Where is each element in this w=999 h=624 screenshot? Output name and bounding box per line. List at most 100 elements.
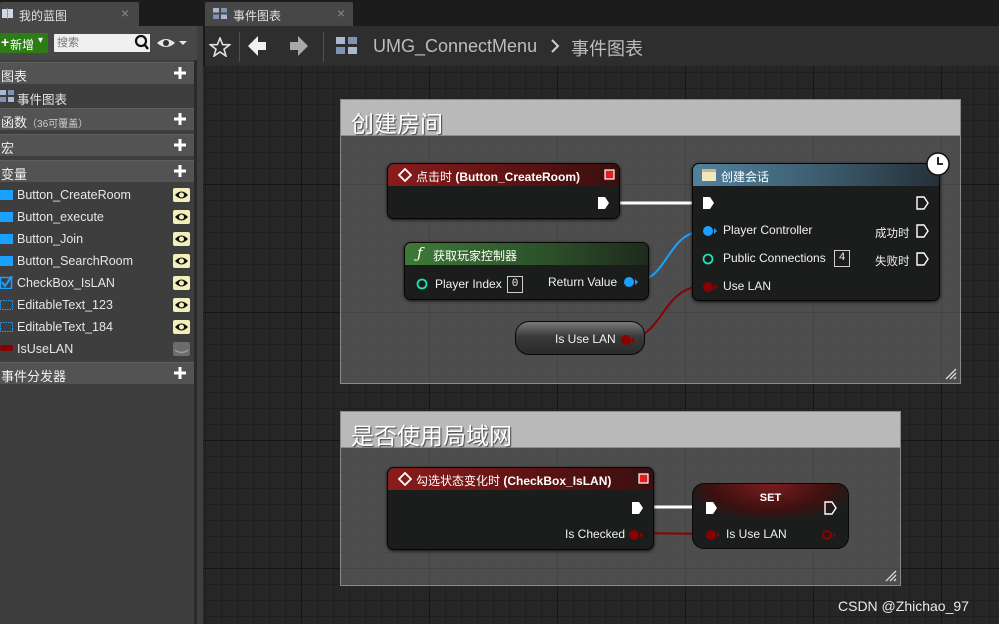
variable-row[interactable]: Button_SearchRoom [0, 250, 194, 272]
back-arrow-icon[interactable] [247, 35, 267, 57]
tab-my-blueprint[interactable]: 我的蓝图 × [0, 2, 139, 26]
forward-arrow-icon[interactable] [289, 35, 309, 57]
object-out-pin-icon[interactable] [623, 276, 639, 288]
widget-variable-icon [0, 212, 13, 222]
close-icon[interactable]: × [121, 5, 129, 21]
bool-out-pin-icon[interactable] [821, 529, 837, 541]
object-in-pin-icon[interactable] [702, 225, 718, 237]
breadcrumb-blueprint[interactable]: UMG_ConnectMenu [373, 36, 537, 57]
section-event-dispatchers[interactable]: 事件分发器 [0, 362, 194, 384]
section-functions-label: 函数 [1, 115, 28, 130]
variable-row[interactable]: CheckBox_IsLAN [0, 272, 194, 294]
pin-label: Player Index [435, 277, 502, 291]
event-graph-icon [213, 8, 227, 19]
variable-row[interactable]: EditableText_184 [0, 316, 194, 338]
add-variable-plus-icon[interactable] [172, 163, 188, 179]
exec-out-pin-icon[interactable] [597, 196, 610, 210]
comment-title: 是否使用局域网 [351, 423, 512, 449]
search-icon[interactable] [133, 34, 150, 52]
add-function-plus-icon[interactable] [172, 111, 188, 127]
close-icon[interactable]: × [337, 5, 345, 21]
node-title-target: (Button_CreateRoom) [455, 170, 581, 184]
variable-row[interactable]: Button_execute [0, 206, 194, 228]
text-variable-icon [0, 300, 13, 310]
variable-row[interactable]: EditableText_123 [0, 294, 194, 316]
exec-out-pin-icon[interactable] [916, 224, 929, 238]
my-blueprint-panel: 我的蓝图 × + 新增 ▾ 图表 事件图表 函数（36可覆盖） 宏 变量 [0, 0, 197, 624]
section-functions[interactable]: 函数（36可覆盖） [0, 108, 194, 130]
int-pin-icon[interactable] [416, 278, 428, 290]
set-node-is-use-lan[interactable]: SET Is Use LAN [692, 483, 849, 549]
variable-label: Is Use LAN [555, 332, 616, 346]
function-node-create-session[interactable]: 创建会话 Player Controller 成功时 Public Connec… [692, 152, 950, 301]
bool-out-pin-icon[interactable] [628, 529, 644, 541]
breadcrumb-graph[interactable]: 事件图表 [571, 35, 643, 61]
add-new-button[interactable]: + 新增 ▾ [0, 33, 48, 53]
add-graph-plus-icon[interactable] [172, 65, 188, 81]
section-macros[interactable]: 宏 [0, 134, 194, 156]
bool-out-pin-icon[interactable] [620, 334, 636, 346]
public-connections-field[interactable]: 4 [834, 250, 850, 267]
pin-label: 失败时 [875, 256, 910, 268]
pin-label: Public Connections [723, 251, 826, 265]
player-index-field[interactable]: 0 [507, 276, 523, 293]
comment-title-bar[interactable]: 创建房间 [341, 100, 960, 137]
visibility-eye-icon[interactable] [173, 210, 190, 224]
exec-in-pin-icon[interactable] [705, 501, 718, 515]
delegate-pin-icon[interactable] [638, 473, 649, 484]
pin-label: Return Value [548, 275, 618, 289]
resize-grip-icon[interactable] [945, 368, 957, 380]
section-variables-label: 变量 [1, 167, 28, 182]
visibility-eye-icon[interactable] [173, 298, 190, 312]
variable-getter-is-use-lan[interactable]: Is Use LAN [515, 321, 645, 355]
variable-name: Button_Join [17, 232, 84, 246]
pure-node-get-player-controller[interactable]: ƒ 获取玩家控制器 Player Index 0 Return Value [404, 242, 649, 300]
section-graphs[interactable]: 图表 [0, 62, 194, 84]
visibility-eye-icon[interactable] [173, 188, 190, 202]
exec-out-pin-icon[interactable] [916, 196, 929, 210]
text-variable-icon [0, 322, 13, 332]
graph-item-event-graph[interactable]: 事件图表 [0, 85, 194, 107]
visibility-eye-icon[interactable] [173, 320, 190, 334]
node-header: 勾选状态变化时 (CheckBox_IsLAN) [388, 468, 653, 490]
plus-icon: + [1, 34, 10, 50]
bool-in-pin-icon[interactable] [702, 281, 718, 293]
visibility-eye-icon[interactable] [173, 254, 190, 268]
toolbar-separator [239, 32, 240, 62]
resize-grip-icon[interactable] [885, 570, 897, 582]
visibility-closed-eye-icon[interactable] [173, 342, 190, 356]
variable-row[interactable]: IsUseLAN [0, 338, 194, 360]
function-icon [702, 169, 716, 181]
exec-in-pin-icon[interactable] [702, 196, 715, 210]
bool-in-pin-icon[interactable] [705, 529, 721, 541]
int-pin-icon[interactable] [702, 253, 714, 265]
variable-name: EditableText_184 [17, 320, 113, 334]
graph-item-label: 事件图表 [17, 93, 68, 107]
variable-row[interactable]: Button_Join [0, 228, 194, 250]
checkbox-variable-icon [0, 276, 13, 289]
add-macro-plus-icon[interactable] [172, 137, 188, 153]
node-header: 创建会话 [693, 164, 939, 186]
node-title: 勾选状态变化时 (CheckBox_IsLAN) [416, 472, 611, 489]
comment-title-bar[interactable]: 是否使用局域网 [341, 412, 900, 449]
add-dispatcher-plus-icon[interactable] [172, 365, 188, 381]
event-node-on-clicked[interactable]: 点击时 (Button_CreateRoom) [387, 163, 620, 219]
exec-out-pin-icon[interactable] [631, 501, 644, 515]
view-options-eye-icon[interactable] [156, 36, 188, 50]
visibility-eye-icon[interactable] [173, 276, 190, 290]
variable-row[interactable]: Button_CreateRoom [0, 184, 194, 206]
watermark-text: CSDN @Zhichao_97 [838, 598, 969, 614]
comment-title: 创建房间 [351, 111, 443, 137]
section-variables[interactable]: 变量 [0, 160, 194, 182]
delegate-pin-icon[interactable] [604, 169, 615, 180]
tab-event-graph[interactable]: 事件图表 × [205, 2, 353, 26]
section-functions-count: （36可覆盖） [27, 119, 89, 130]
favorite-star-icon[interactable] [209, 37, 231, 57]
pin-label: Use LAN [723, 279, 772, 293]
exec-out-pin-icon[interactable] [916, 252, 929, 266]
add-new-label: 新增 [10, 38, 35, 52]
event-node-on-check-state-changed[interactable]: 勾选状态变化时 (CheckBox_IsLAN) Is Checked [387, 467, 654, 550]
exec-out-pin-icon[interactable] [824, 501, 837, 515]
visibility-eye-icon[interactable] [173, 232, 190, 246]
widget-variable-icon [0, 256, 13, 266]
